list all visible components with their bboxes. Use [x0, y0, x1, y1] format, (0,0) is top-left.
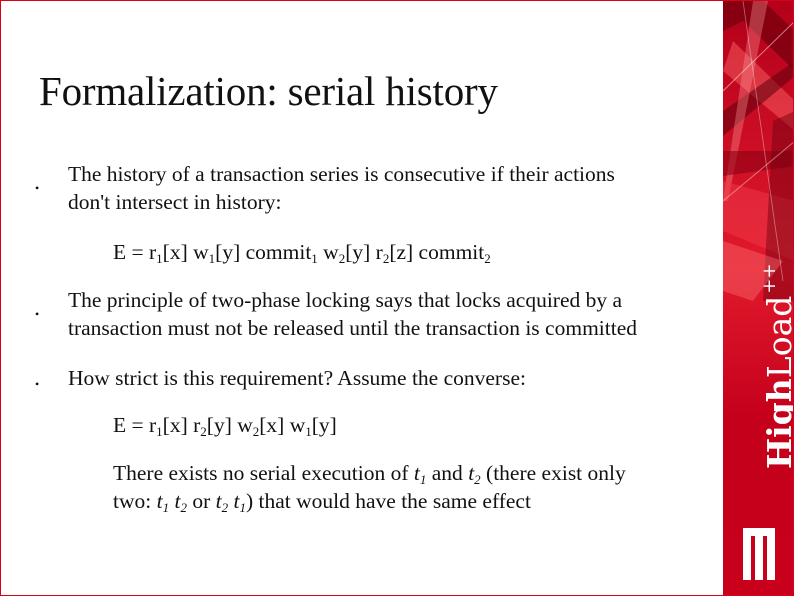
- formula-text: [y] commit: [215, 240, 312, 264]
- logo-load: Load: [760, 295, 794, 379]
- formula-serial-history: E = r1[x] w1[y] commit1 w2[y] r2[z] comm…: [113, 238, 491, 266]
- bullet-2-line-1: The principle of two-phase locking says …: [68, 288, 623, 312]
- formula-text: [y] w: [206, 413, 253, 437]
- formula-text: [y] r: [345, 240, 383, 264]
- note-text: two:: [113, 489, 157, 513]
- logo-plus-plus: ++: [759, 263, 780, 294]
- formula-text: w: [317, 240, 339, 264]
- formula-text: [z] commit: [389, 240, 485, 264]
- bullet-marker: •: [35, 307, 40, 321]
- serial-execution-note: There exists no serial execution of t1 a…: [113, 459, 626, 515]
- formula-text: [x] w: [162, 240, 209, 264]
- formula-text: [x] w: [259, 413, 306, 437]
- presentation-slide: Formalization: serial history • The hist…: [0, 0, 794, 596]
- note-text: or: [186, 489, 216, 513]
- slide-title: Formalization: serial history: [39, 68, 498, 114]
- bullet-1-text: The history of a transaction series is c…: [68, 160, 615, 216]
- formula-text: [x] r: [162, 413, 201, 437]
- formula-converse-history: E = r1[x] r2[y] w2[x] w1[y]: [113, 411, 337, 439]
- highload-logo-icon: [743, 528, 775, 580]
- bullet-3-line-1: How strict is this requirement? Assume t…: [68, 366, 526, 390]
- bullet-1-line-1: The history of a transaction series is c…: [68, 162, 615, 186]
- bullet-marker: •: [35, 377, 40, 391]
- formula-text: E = r: [113, 413, 157, 437]
- note-text: There exists no serial execution of: [113, 461, 414, 485]
- bullet-3-text: How strict is this requirement? Assume t…: [68, 364, 526, 392]
- note-text: and: [426, 461, 469, 485]
- formula-text: [y]: [311, 413, 337, 437]
- formula-text: E = r: [113, 240, 157, 264]
- formula-subscript: 2: [484, 251, 491, 266]
- bullet-marker: •: [35, 181, 40, 195]
- note-text: ) that would have the same effect: [245, 489, 531, 513]
- bullet-2-text: The principle of two-phase locking says …: [68, 286, 637, 342]
- bullet-1-line-2: don't intersect in history:: [68, 190, 282, 214]
- note-text: (there exist only: [480, 461, 626, 485]
- logo-high: High: [760, 378, 794, 469]
- bullet-2-line-2: transaction must not be released until t…: [68, 316, 638, 340]
- slide-content: Formalization: serial history • The hist…: [1, 1, 723, 595]
- brand-stripe: HighLoad++: [723, 1, 794, 595]
